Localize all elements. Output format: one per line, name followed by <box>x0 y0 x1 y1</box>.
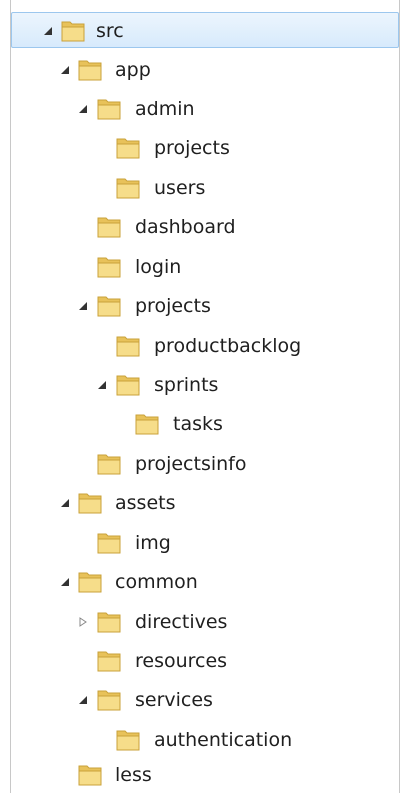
tree-item-label: projectsinfo <box>135 453 247 475</box>
folder-icon <box>97 296 121 317</box>
tree-item-common[interactable]: common <box>11 564 399 600</box>
tree-item-tasks[interactable]: tasks <box>11 406 399 442</box>
folder-icon <box>78 493 102 514</box>
folder-icon <box>97 612 121 633</box>
tree-item-label: login <box>135 256 182 278</box>
tree-item-sprints[interactable]: sprints <box>11 367 399 403</box>
folder-icon <box>116 375 140 396</box>
tree-item-users[interactable]: users <box>11 170 399 206</box>
triangle-expanded-icon[interactable] <box>77 694 89 706</box>
triangle-expanded-icon[interactable] <box>59 497 71 509</box>
folder-icon <box>97 651 121 672</box>
tree-item-img[interactable]: img <box>11 525 399 561</box>
triangle-collapsed-icon[interactable] <box>77 616 89 628</box>
folder-icon <box>78 572 102 593</box>
folder-icon <box>116 138 140 159</box>
tree-item-directives[interactable]: directives <box>11 604 399 640</box>
tree-item-src[interactable]: src <box>11 12 399 48</box>
tree-item-label: directives <box>135 611 228 633</box>
tree-item-label: sprints <box>154 374 219 396</box>
folder-icon <box>97 454 121 475</box>
folder-icon <box>78 60 102 81</box>
tree-item-resources[interactable]: resources <box>11 643 399 679</box>
folder-icon <box>97 257 121 278</box>
folder-icon <box>61 21 85 42</box>
tree-item-admin[interactable]: admin <box>11 91 399 127</box>
tree-item-productbacklog[interactable]: productbacklog <box>11 328 399 364</box>
tree-item-label: img <box>135 532 171 554</box>
folder-icon <box>116 178 140 199</box>
tree-item-label: less <box>115 764 152 786</box>
tree-item-label: services <box>135 689 213 711</box>
tree-item-login[interactable]: login <box>11 249 399 285</box>
folder-icon <box>135 414 159 435</box>
triangle-expanded-icon[interactable] <box>77 300 89 312</box>
tree-item-label: users <box>154 177 206 199</box>
tree-item-authentication[interactable]: authentication <box>11 722 399 758</box>
tree-item-label: productbacklog <box>154 335 302 357</box>
folder-icon <box>116 336 140 357</box>
tree-item-label: assets <box>115 492 176 514</box>
tree-item-label: dashboard <box>135 216 236 238</box>
tree-item-services[interactable]: services <box>11 682 399 718</box>
triangle-expanded-icon[interactable] <box>42 25 54 37</box>
tree-item-projects[interactable]: projects <box>11 130 399 166</box>
folder-icon <box>97 690 121 711</box>
tree-item-label: resources <box>135 650 228 672</box>
triangle-expanded-icon[interactable] <box>59 64 71 76</box>
tree-item-projects[interactable]: projects <box>11 288 399 324</box>
folder-tree: src app admin projects users dashboard l… <box>10 0 400 793</box>
tree-item-label: projects <box>135 295 211 317</box>
tree-item-label: src <box>96 20 124 42</box>
folder-icon <box>97 99 121 120</box>
tree-item-label: app <box>115 59 151 81</box>
tree-item-dashboard[interactable]: dashboard <box>11 209 399 245</box>
folder-icon <box>97 217 121 238</box>
tree-item-label: authentication <box>154 729 293 751</box>
triangle-expanded-icon[interactable] <box>59 576 71 588</box>
tree-item-assets[interactable]: assets <box>11 485 399 521</box>
triangle-expanded-icon[interactable] <box>96 379 108 391</box>
tree-item-app[interactable]: app <box>11 52 399 88</box>
tree-item-projectsinfo[interactable]: projectsinfo <box>11 446 399 482</box>
folder-icon <box>97 533 121 554</box>
folder-icon <box>116 730 140 751</box>
tree-item-label: tasks <box>173 413 223 435</box>
folder-icon <box>78 765 102 786</box>
tree-item-label: common <box>115 571 198 593</box>
triangle-expanded-icon[interactable] <box>77 103 89 115</box>
tree-item-label: admin <box>135 98 195 120</box>
tree-item-less[interactable]: less <box>11 757 399 793</box>
tree-item-label: projects <box>154 137 230 159</box>
